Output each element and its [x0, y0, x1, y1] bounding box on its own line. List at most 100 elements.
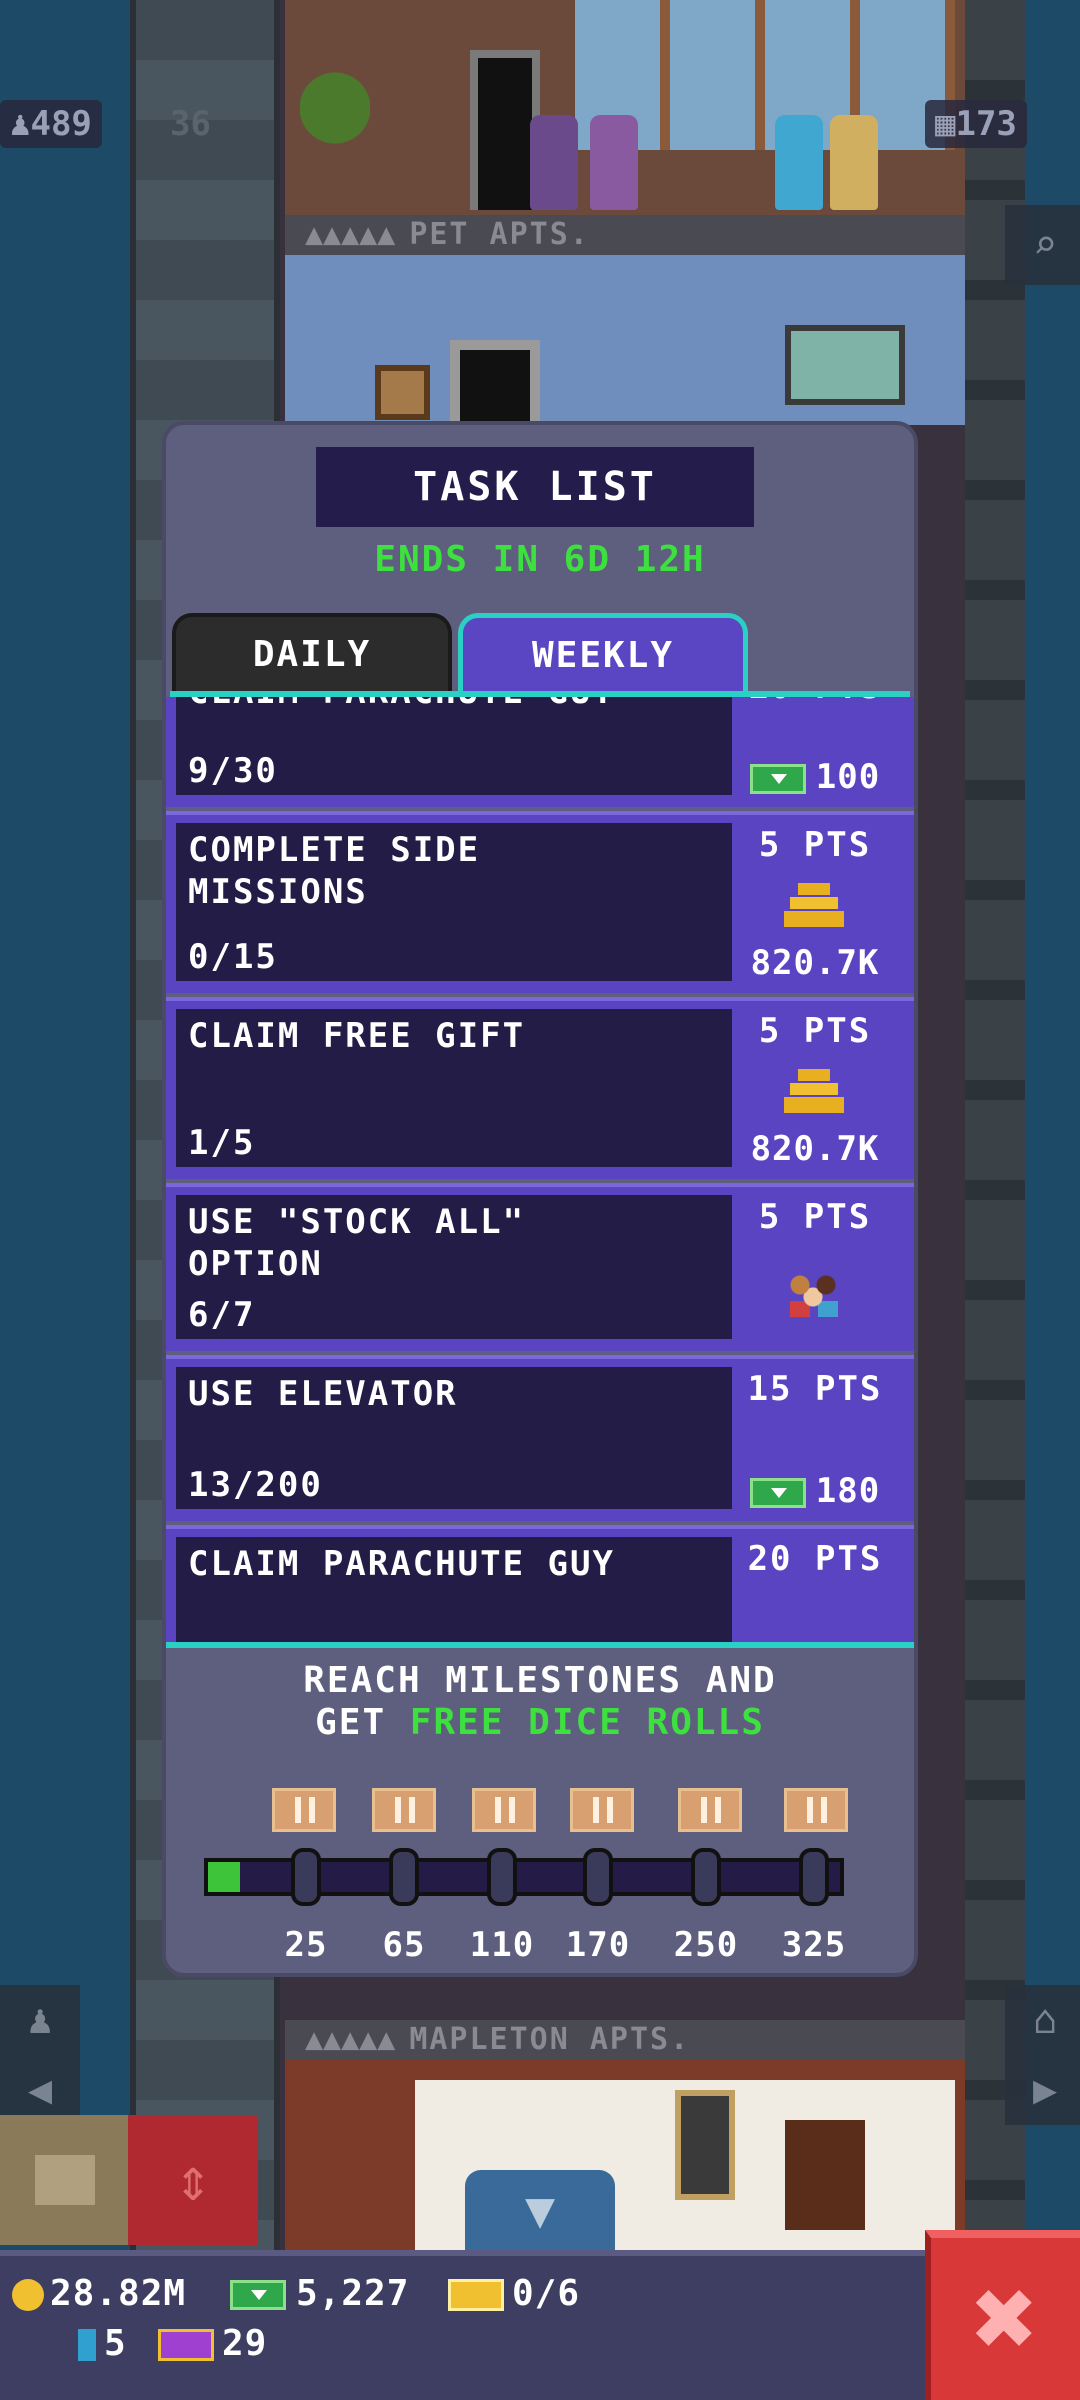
task-description-panel: CLAIM PARACHUTE GUY 9/30: [176, 697, 732, 795]
bux-icon: [749, 1477, 806, 1508]
person-icon: ♟: [27, 1997, 53, 2043]
floor-name: PET APTS.: [409, 217, 590, 252]
bitizens-icon: [784, 1273, 844, 1319]
task-progress: 1/5: [188, 1123, 256, 1163]
floor-label-mapleton-apts: ▲▲▲▲▲ MAPLETON APTS.: [285, 2020, 965, 2060]
task-points: 5 PTS: [758, 1011, 872, 1051]
task-description-panel: COMPLETE SIDE MISSIONS 0/15: [176, 823, 732, 981]
population-counter[interactable]: ♟489: [0, 100, 102, 148]
building-icon: ▦: [935, 104, 956, 144]
task-scroll-list[interactable]: CLAIM PARACHUTE GUY 9/30 10 PTS 100 COMP…: [166, 697, 914, 1642]
milestone-node: [799, 1848, 829, 1906]
search-button[interactable]: ⌕: [1005, 205, 1080, 285]
dice-roll-reward-icon: [678, 1788, 742, 1832]
task-points: 10 PTS: [730, 697, 900, 707]
task-reward: 820.7K: [750, 943, 880, 983]
task-row[interactable]: COMPLETE SIDE MISSIONS 0/15 5 PTS 820.7K: [166, 811, 914, 993]
task-name: USE ELEVATOR: [188, 1374, 458, 1414]
room-pet-apts[interactable]: [285, 255, 965, 425]
task-row[interactable]: CLAIM PARACHUTE GUY 20 PTS: [166, 1525, 914, 1642]
tab-weekly[interactable]: WEEKLY: [458, 613, 748, 695]
task-row[interactable]: CLAIM FREE GIFT 1/5 5 PTS 820.7K: [166, 997, 914, 1179]
task-progress: 0/15: [188, 937, 278, 977]
floor-counter[interactable]: ▦173: [925, 100, 1027, 148]
elevator-toggle-button[interactable]: ⇕: [128, 2115, 258, 2245]
chevron-left-icon: ◀: [27, 2067, 53, 2113]
task-name: CLAIM PARACHUTE GUY: [188, 1544, 615, 1584]
right-nav-button[interactable]: ⌂ ▶: [1005, 1985, 1080, 2125]
milestone-value: 250: [673, 1925, 739, 1965]
gems-value: 5: [104, 2323, 127, 2364]
bux-value: 5,227: [296, 2273, 410, 2314]
gems-stat[interactable]: 5: [78, 2322, 127, 2366]
task-description-panel: CLAIM PARACHUTE GUY: [176, 1537, 732, 1642]
bitizen-sprite[interactable]: [830, 115, 878, 210]
task-points: 5 PTS: [758, 1197, 872, 1237]
task-description-panel: USE ELEVATOR 13/200: [176, 1367, 732, 1509]
golden-tickets-value: 0/6: [512, 2273, 581, 2314]
milestone-node: [291, 1848, 321, 1906]
elevator-down-button[interactable]: ▼: [465, 2170, 615, 2255]
floor-stars: ▲▲▲▲▲: [305, 217, 396, 252]
picture-frame: [375, 365, 430, 420]
coins-icon: [784, 883, 844, 929]
task-reward: 820.7K: [750, 1129, 880, 1169]
pet-tank: [785, 325, 905, 405]
chevron-down-icon: ▼: [524, 2181, 556, 2239]
coins-value: 28.82M: [50, 2273, 187, 2314]
gem-icon: [78, 2329, 96, 2361]
left-nav-button[interactable]: ♟ ◀: [0, 1985, 80, 2125]
room-top-floor[interactable]: [285, 0, 965, 215]
dice-tickets-stat[interactable]: 29: [158, 2322, 267, 2366]
plant-decoration: [300, 40, 370, 210]
task-row[interactable]: USE "STOCK ALL" OPTION 6/7 5 PTS: [166, 1183, 914, 1351]
tab-daily[interactable]: DAILY: [172, 613, 452, 695]
milestone-line-1: REACH MILESTONES AND: [303, 1660, 777, 1701]
reward-amount: 180: [815, 1471, 881, 1511]
reward-amount: 100: [815, 757, 881, 797]
population-value: 489: [30, 104, 92, 144]
dice-roll-reward-icon: [372, 1788, 436, 1832]
task-reward: 100: [730, 757, 900, 797]
bux-stat[interactable]: 5,227: [230, 2272, 409, 2316]
golden-tickets-stat[interactable]: 0/6: [448, 2272, 580, 2316]
milestone-line-2: GET FREE DICE ROLLS: [166, 1702, 914, 1744]
task-name: COMPLETE SIDE MISSIONS: [188, 830, 481, 912]
wall-art: [675, 2090, 735, 2200]
up-down-icon: ⇕: [174, 2145, 212, 2215]
task-description-panel: CLAIM FREE GIFT 1/5: [176, 1009, 732, 1167]
bitizen-sprite[interactable]: [590, 115, 638, 210]
task-points: 20 PTS: [747, 1539, 883, 1579]
task-list-modal: TASK LIST ENDS IN 6D 12H DAILY WEEKLY CL…: [166, 425, 914, 1973]
coins-stat[interactable]: 28.82M: [12, 2272, 186, 2316]
bitizen-sprite[interactable]: [530, 115, 578, 210]
milestone-value: 325: [781, 1925, 847, 1965]
list-divider: [166, 1642, 914, 1648]
dice-roll-reward-icon: [472, 1788, 536, 1832]
bitizen-sprite[interactable]: [775, 115, 823, 210]
storage-button[interactable]: [0, 2115, 130, 2245]
milestone-value: 25: [284, 1925, 328, 1965]
room-door: [450, 340, 540, 425]
milestone-node: [583, 1848, 613, 1906]
task-row[interactable]: USE ELEVATOR 13/200 15 PTS 180: [166, 1355, 914, 1521]
dice-ticket-icon: [158, 2329, 214, 2361]
home-icon: ⌂: [1032, 1997, 1058, 2043]
milestone-caption: REACH MILESTONES AND GET FREE DICE ROLLS: [166, 1660, 914, 1744]
golden-ticket-icon: [448, 2279, 504, 2311]
dice-roll-reward-icon: [570, 1788, 634, 1832]
milestone-highlight: FREE DICE ROLLS: [409, 1702, 765, 1743]
task-name: CLAIM PARACHUTE GUY: [188, 697, 718, 713]
bookshelf: [785, 2120, 865, 2230]
close-button[interactable]: ✖: [925, 2230, 1080, 2400]
milestone-node: [487, 1848, 517, 1906]
task-row[interactable]: CLAIM PARACHUTE GUY 9/30 10 PTS 100: [166, 697, 914, 807]
bux-icon: [749, 763, 806, 794]
task-name: CLAIM FREE GIFT: [188, 1016, 526, 1056]
task-progress: 6/7: [188, 1295, 256, 1335]
task-description-panel: USE "STOCK ALL" OPTION 6/7: [176, 1195, 732, 1339]
task-progress: 13/200: [188, 1465, 323, 1505]
task-reward: 180: [730, 1471, 900, 1511]
room-mapleton-apts[interactable]: [285, 2060, 965, 2250]
bux-icon: [230, 2280, 286, 2310]
